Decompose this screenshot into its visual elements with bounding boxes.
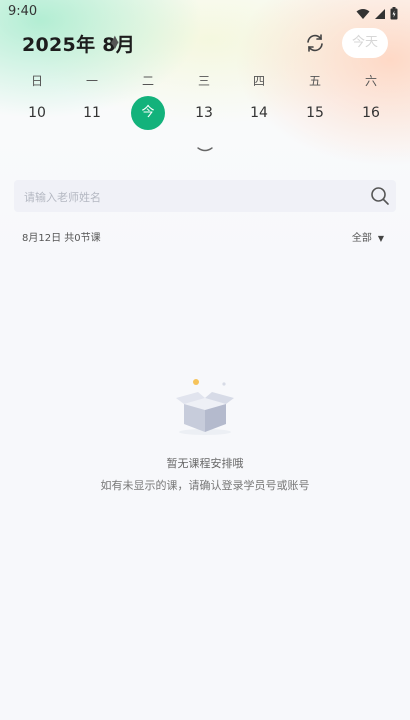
date-cell[interactable]: 11 [75, 96, 109, 130]
lesson-summary: 8月12日 共0节课 [22, 233, 101, 244]
date-cell[interactable]: 15 [298, 96, 332, 130]
date-cell[interactable]: 10 [20, 96, 54, 130]
weekday-label: 六 [364, 74, 377, 88]
empty-state-subtitle: 如有未显示的课，请确认登录学员号或账号 [100, 479, 310, 492]
chevron-down-icon[interactable] [196, 140, 214, 152]
weekday-header: 日 一 二 三 四 五 六 [0, 72, 410, 92]
search-input[interactable] [22, 180, 356, 214]
week-dates: 10 11 今 13 14 15 16 [0, 96, 410, 132]
date-cell[interactable]: 16 [354, 96, 388, 130]
system-icons [356, 5, 398, 24]
battery-icon [390, 5, 398, 24]
search-icon[interactable] [370, 186, 390, 206]
filter-dropdown[interactable]: 全部 ▼ [352, 229, 384, 244]
date-cell[interactable]: 13 [187, 96, 221, 130]
today-button[interactable]: 今天 [342, 28, 388, 58]
wifi-icon [356, 5, 370, 24]
weekday-label: 四 [252, 74, 265, 88]
date-cell[interactable]: 14 [242, 96, 276, 130]
empty-state-title: 暂无课程安排哦 [166, 457, 244, 470]
weekday-label: 一 [85, 74, 98, 88]
search-bar [14, 180, 396, 214]
weekday-label: 三 [197, 74, 210, 88]
signal-icon [374, 5, 386, 24]
weekday-label: 五 [308, 74, 321, 88]
weekday-label: 日 [30, 74, 43, 88]
weekday-label: 二 [141, 74, 154, 88]
caret-down-icon: ▼ [377, 234, 384, 243]
date-cell-today[interactable]: 今 [131, 96, 165, 130]
status-time: 9:40 [8, 4, 38, 19]
refresh-icon[interactable] [304, 32, 326, 54]
month-picker-toggle-icon[interactable]: ▲ ▼ [111, 35, 119, 51]
header: 2025年 8月 ▲ ▼ 今天 [0, 26, 410, 62]
status-bar: 9:40 [0, 0, 410, 24]
filter-label: 全部 [351, 233, 372, 244]
empty-box-icon [170, 376, 240, 438]
